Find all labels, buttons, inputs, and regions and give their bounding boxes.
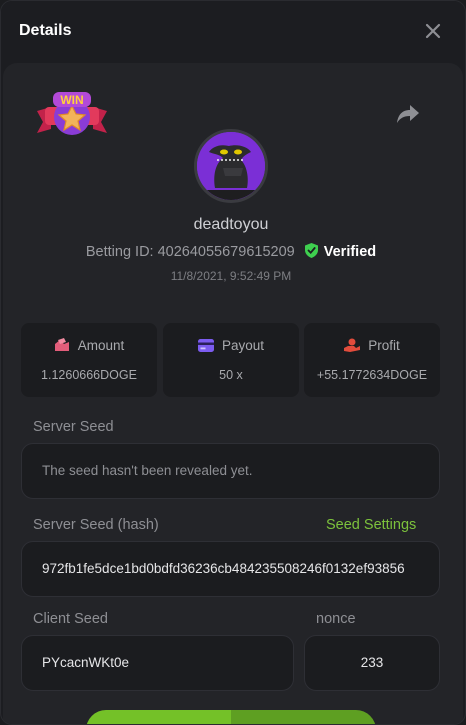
close-icon[interactable]: [423, 21, 443, 41]
modal-title: Details: [19, 22, 72, 39]
profit-hand-icon: [344, 338, 368, 353]
payout-value: 50 x: [219, 368, 243, 382]
modal-header: Details: [1, 1, 465, 63]
verify-button[interactable]: [86, 710, 376, 724]
win-badge-text: WIN: [60, 93, 83, 107]
verified-shield-icon: [304, 243, 318, 262]
verified-label: Verified: [323, 244, 377, 260]
profit-card: Profit +55.1772634DOGE: [304, 323, 440, 397]
amount-icon: [54, 338, 78, 353]
server-seed-label: Server Seed: [33, 419, 114, 435]
amount-card: Amount 1.1260666DOGE: [21, 323, 157, 397]
payout-label: Payout: [221, 338, 265, 353]
share-icon[interactable]: [396, 103, 420, 125]
nonce-label: nonce: [316, 611, 356, 627]
nonce-field[interactable]: 233: [304, 635, 440, 691]
server-seed-field: The seed hasn't been revealed yet.: [21, 443, 440, 499]
win-badge-icon: WIN: [35, 89, 109, 145]
client-seed-field[interactable]: PYcacnWKt0e: [21, 635, 294, 691]
betting-id-row: Betting ID: 40264055679615209 Verified: [1, 243, 461, 262]
avatar: [194, 129, 268, 203]
profit-value: +55.1772634DOGE: [316, 368, 428, 382]
client-seed-label: Client Seed: [33, 611, 108, 627]
amount-label: Amount: [77, 338, 125, 353]
profit-label: Profit: [368, 338, 400, 353]
username: deadtoyou: [193, 216, 269, 233]
server-seed-hash-field[interactable]: 972fb1fe5dce1bd0bdfd36236cb484235508246f…: [21, 541, 440, 597]
amount-value: 1.1260666DOGE: [41, 368, 137, 382]
payout-card-icon: [197, 338, 222, 353]
bet-timestamp: 11/8/2021, 9:52:49 PM: [170, 269, 292, 283]
bet-details-modal: Details WIN deadtoyou Betting ID: 402640…: [0, 0, 466, 725]
betting-id-value: 40264055679615209: [157, 244, 295, 260]
seed-settings-link[interactable]: Seed Settings: [326, 517, 416, 533]
payout-card: Payout 50 x: [163, 323, 299, 397]
betting-id-label: Betting ID:: [85, 244, 154, 260]
server-seed-hash-label: Server Seed (hash): [33, 517, 159, 533]
